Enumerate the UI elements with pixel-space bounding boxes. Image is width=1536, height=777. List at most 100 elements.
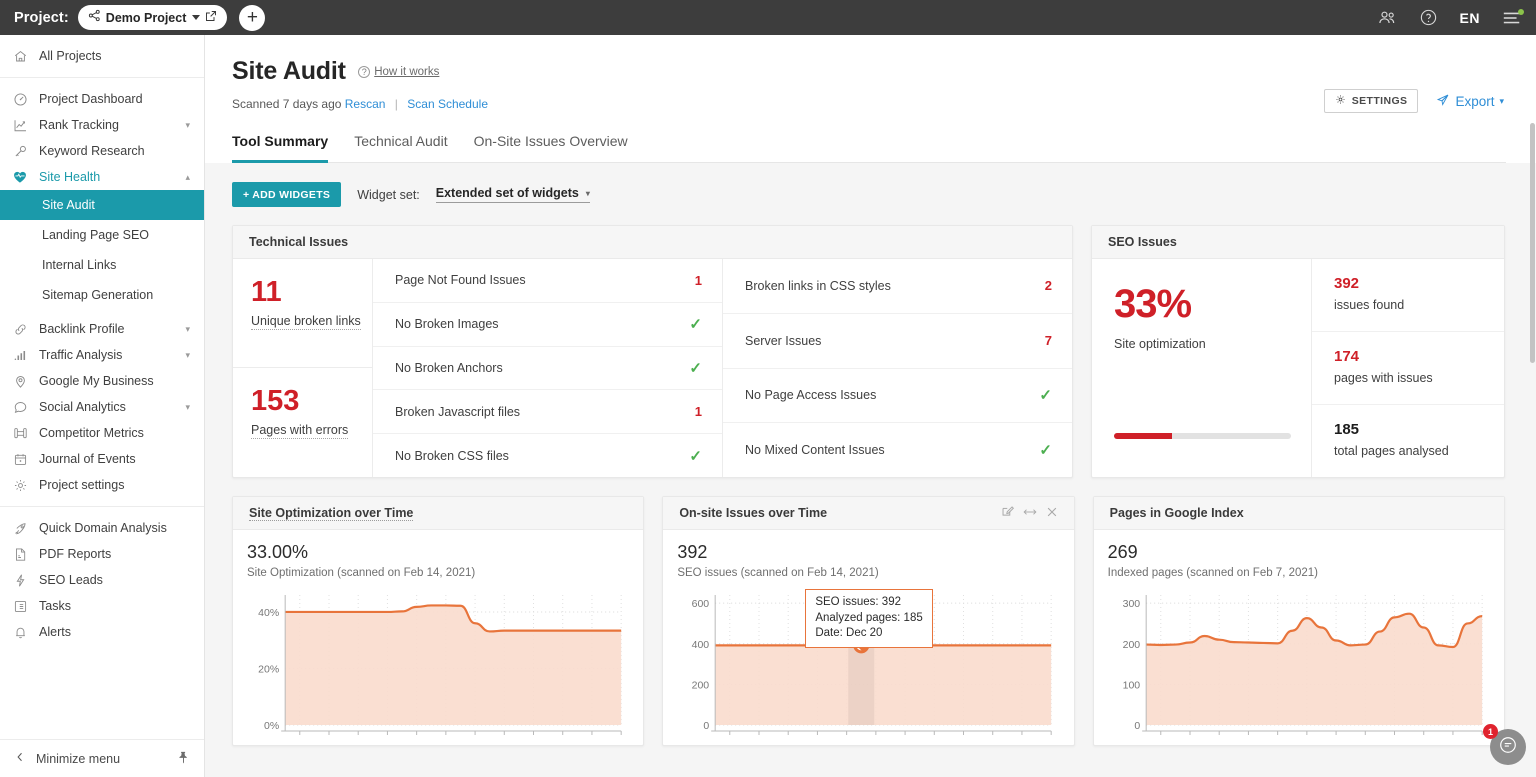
stat-total-pages-analysed[interactable]: 185 total pages analysed xyxy=(1312,405,1504,477)
chevron-down-icon[interactable]: ▾ xyxy=(185,402,190,413)
issue-label: No Broken CSS files xyxy=(395,448,509,463)
sidebar-item-journal-of-events[interactable]: Journal of Events xyxy=(0,446,204,472)
chart-line-icon xyxy=(12,117,28,133)
widget-body: 269 Indexed pages (scanned on Feb 7, 202… xyxy=(1094,530,1504,745)
minimize-menu-button[interactable]: Minimize menu xyxy=(0,739,204,777)
sidebar-label: Google My Business xyxy=(39,374,154,388)
sidebar-item-tasks[interactable]: Tasks xyxy=(0,593,204,619)
seo-stats-column: 392 issues found 174 pages with issues 1… xyxy=(1312,259,1504,477)
link-icon xyxy=(12,321,28,337)
sidebar-label: Project Dashboard xyxy=(39,92,143,106)
svg-text:200: 200 xyxy=(692,679,710,691)
chevron-down-icon[interactable]: ▾ xyxy=(185,120,190,131)
page-scrollbar[interactable] xyxy=(1528,35,1536,777)
sidebar-label: Quick Domain Analysis xyxy=(39,521,167,535)
chevron-down-icon[interactable]: ▾ xyxy=(185,350,190,361)
svg-text:20%: 20% xyxy=(258,663,279,675)
sidebar-group-main: Project Dashboard Rank Tracking ▾ Keywor… xyxy=(0,78,204,506)
send-icon xyxy=(1436,93,1450,110)
close-icon[interactable] xyxy=(1046,506,1058,521)
team-icon[interactable] xyxy=(1377,8,1397,28)
project-selector[interactable]: Demo Project xyxy=(77,5,228,30)
how-it-works-link[interactable]: ? How it works xyxy=(358,65,439,78)
issue-row[interactable]: Page Not Found Issues 1 xyxy=(373,259,722,303)
export-button[interactable]: Export ▾ xyxy=(1436,93,1504,110)
issue-row[interactable]: No Broken CSS files ✓ xyxy=(373,434,722,477)
sidebar-group-top: All Projects xyxy=(0,35,204,78)
list-icon xyxy=(12,598,28,614)
menu-icon[interactable] xyxy=(1502,8,1524,26)
sidebar-item-project-settings[interactable]: Project settings xyxy=(0,472,204,498)
issue-row[interactable]: Server Issues 7 xyxy=(723,314,1072,369)
sidebar-item-rank-tracking[interactable]: Rank Tracking ▾ xyxy=(0,112,204,138)
issue-row[interactable]: No Mixed Content Issues ✓ xyxy=(723,423,1072,477)
issue-row[interactable]: No Broken Anchors ✓ xyxy=(373,347,722,391)
divider: | xyxy=(394,97,398,111)
sidebar-item-site-health[interactable]: Site Health ▴ xyxy=(0,164,204,190)
help-icon[interactable] xyxy=(1419,8,1438,27)
sidebar-item-sitemap-generation[interactable]: Sitemap Generation xyxy=(0,280,204,310)
edit-icon[interactable] xyxy=(1001,505,1014,521)
chevron-down-icon[interactable]: ▾ xyxy=(185,324,190,335)
widget-body: 33.00% Site Optimization (scanned on Feb… xyxy=(233,530,643,745)
bell-icon xyxy=(12,624,28,640)
sidebar-item-social-analytics[interactable]: Social Analytics ▾ xyxy=(0,394,204,420)
tab-on-site-issues-overview[interactable]: On-Site Issues Overview xyxy=(474,133,628,162)
scan-schedule-link[interactable]: Scan Schedule xyxy=(407,97,488,111)
sidebar: All Projects Project Dashboard Rank Trac… xyxy=(0,35,205,777)
issue-row[interactable]: No Broken Images ✓ xyxy=(373,303,722,347)
issue-row[interactable]: Broken Javascript files 1 xyxy=(373,390,722,435)
language-selector[interactable]: EN xyxy=(1460,10,1480,26)
kpi-label[interactable]: Unique broken links xyxy=(251,314,361,331)
kpi-label[interactable]: Pages with errors xyxy=(251,423,349,440)
tooltip-line-1: SEO issues: 392 xyxy=(815,596,901,608)
stat-value: 185 xyxy=(1334,421,1360,438)
sidebar-item-google-my-business[interactable]: Google My Business xyxy=(0,368,204,394)
chevron-up-icon[interactable]: ▴ xyxy=(185,172,190,183)
tab-technical-audit[interactable]: Technical Audit xyxy=(354,133,447,162)
chevron-left-icon xyxy=(14,751,26,766)
pin-icon xyxy=(12,373,28,389)
issue-row[interactable]: Broken links in CSS styles 2 xyxy=(723,259,1072,314)
issue-label: No Broken Anchors xyxy=(395,360,503,375)
technical-kpi-column: 11 Unique broken links 153 Pages with er… xyxy=(233,259,373,477)
issue-row[interactable]: No Page Access Issues ✓ xyxy=(723,369,1072,424)
stat-pages-with-issues[interactable]: 174 pages with issues xyxy=(1312,332,1504,405)
sidebar-item-traffic-analysis[interactable]: Traffic Analysis ▾ xyxy=(0,342,204,368)
widget-header: Pages in Google Index xyxy=(1093,497,1504,530)
chart-plot-0[interactable]: 0% 20% 40% xyxy=(247,587,629,747)
chat-bubble-icon xyxy=(1498,735,1518,760)
stat-label: pages with issues xyxy=(1334,371,1433,385)
sidebar-label: SEO Leads xyxy=(39,573,103,587)
tab-tool-summary[interactable]: Tool Summary xyxy=(232,133,329,163)
scan-status-line: Scanned 7 days ago Rescan | Scan Schedul… xyxy=(232,97,1506,111)
sidebar-item-pdf-reports[interactable]: PDF Reports xyxy=(0,541,204,567)
external-link-icon[interactable] xyxy=(205,9,217,27)
sidebar-item-internal-links[interactable]: Internal Links xyxy=(0,250,204,280)
add-project-button[interactable]: + xyxy=(239,4,266,31)
pdf-file-icon xyxy=(12,546,28,562)
sidebar-item-seo-leads[interactable]: SEO Leads xyxy=(0,567,204,593)
sidebar-sub-label: Site Audit xyxy=(42,198,95,212)
sidebar-item-backlink-profile[interactable]: Backlink Profile ▾ xyxy=(0,316,204,342)
resize-icon[interactable] xyxy=(1023,506,1037,520)
technical-issues-title: Technical Issues xyxy=(233,226,1072,259)
sidebar-item-project-dashboard[interactable]: Project Dashboard xyxy=(0,86,204,112)
sidebar-item-competitor-metrics[interactable]: Competitor Metrics xyxy=(0,420,204,446)
stat-value: 174 xyxy=(1334,348,1360,365)
chevron-down-icon: ▾ xyxy=(1499,95,1504,106)
sidebar-item-quick-domain-analysis[interactable]: Quick Domain Analysis xyxy=(0,515,204,541)
pin-menu-icon[interactable] xyxy=(177,751,190,767)
widget-title[interactable]: Site Optimization over Time xyxy=(249,506,414,521)
sidebar-item-landing-page-seo[interactable]: Landing Page SEO xyxy=(0,220,204,250)
sidebar-item-all-projects[interactable]: All Projects xyxy=(0,43,204,69)
sidebar-item-keyword-research[interactable]: Keyword Research xyxy=(0,138,204,164)
chart-plot-2[interactable]: 0 100 200 300 xyxy=(1108,587,1490,747)
rescan-link[interactable]: Rescan xyxy=(345,97,386,111)
stat-issues-found[interactable]: 392 issues found xyxy=(1312,259,1504,332)
add-widgets-button[interactable]: + ADD WIDGETS xyxy=(232,182,342,207)
settings-button[interactable]: SETTINGS xyxy=(1323,89,1419,113)
sidebar-item-alerts[interactable]: Alerts xyxy=(0,619,204,645)
widget-set-dropdown[interactable]: Extended set of widgets ▾ xyxy=(435,186,590,203)
sidebar-item-site-audit[interactable]: Site Audit xyxy=(0,190,204,220)
